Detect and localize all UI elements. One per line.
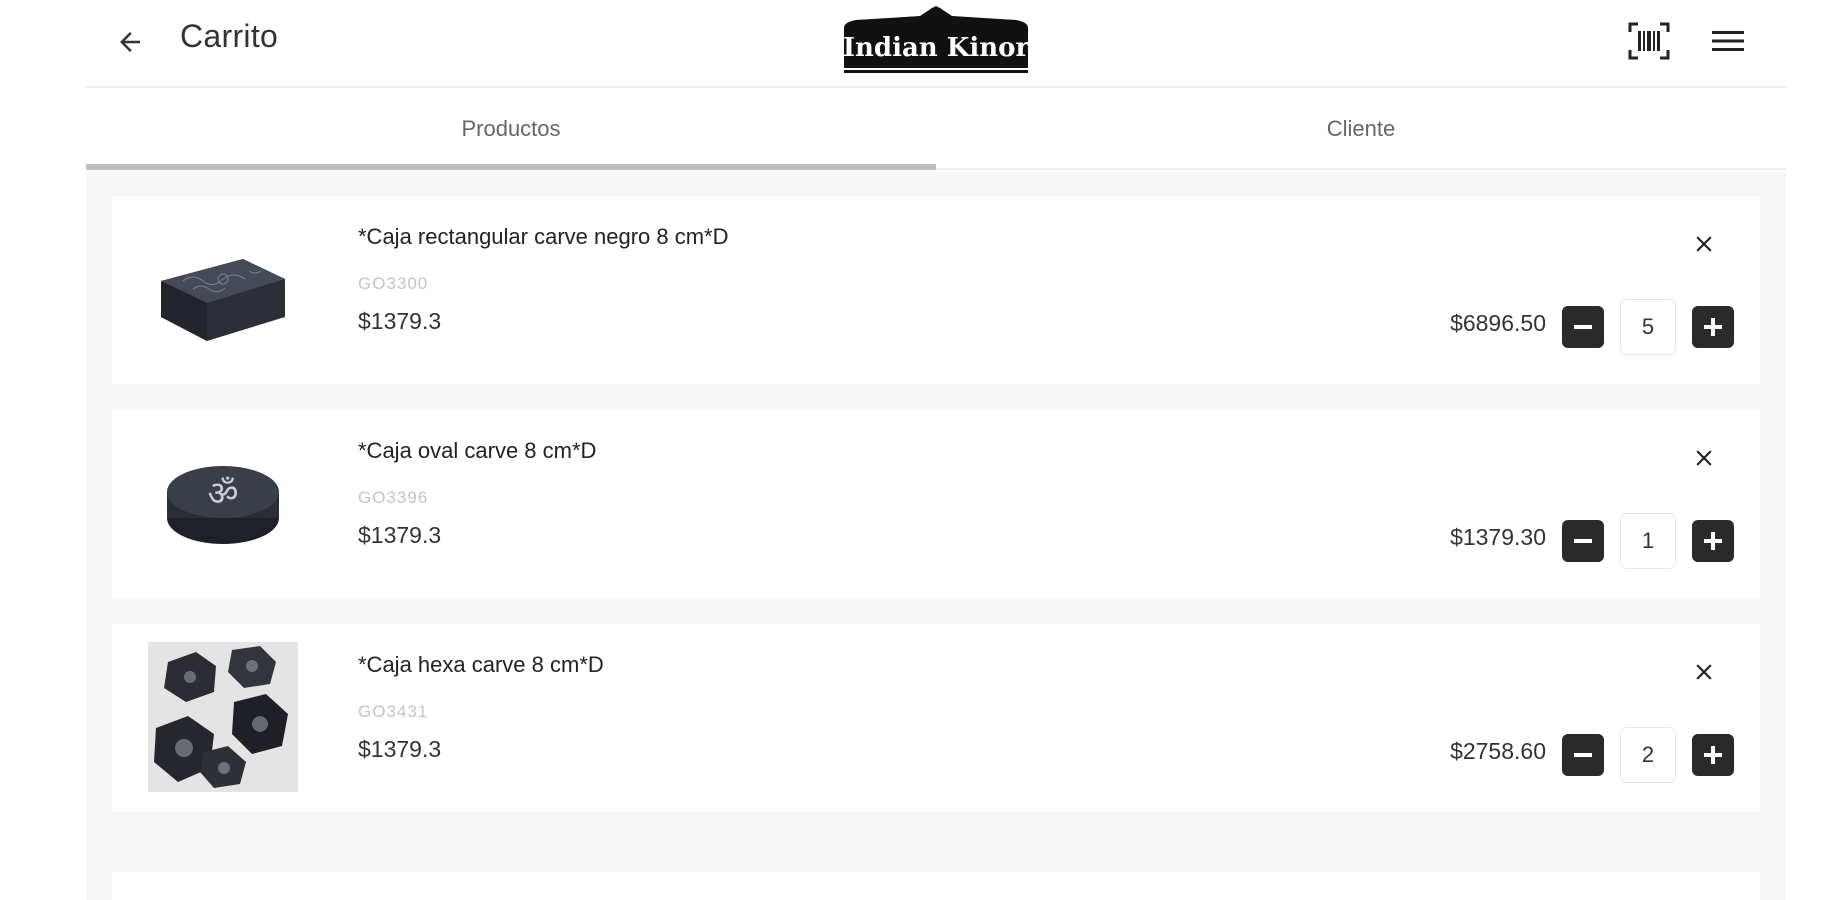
product-sku: GO3300	[358, 274, 429, 293]
product-name: *Caja hexa carve 8 cm*D	[358, 652, 604, 677]
close-icon	[1696, 450, 1712, 466]
barcode-scan-icon	[1628, 22, 1670, 60]
unit-price: $1379.3	[358, 522, 442, 548]
cart-item: ॐ *Caja oval carve 8 cm*D GO3396 $1379.3…	[112, 410, 1760, 598]
plus-icon	[1704, 318, 1722, 336]
product-image	[148, 642, 298, 792]
cart-item: *Caja hexa carve 8 cm*D GO3431 $1379.3 $…	[112, 624, 1760, 812]
cart-content: *Caja rectangular carve negro 8 cm*D GO3…	[86, 172, 1786, 900]
top-bar: Carrito Indian Kinor	[86, 0, 1786, 88]
decrease-quantity-button[interactable]	[1562, 734, 1604, 776]
app-frame: Carrito Indian Kinor Productos Cliente *…	[86, 0, 1786, 900]
cart-item: *Caja rectangular carve negro 8 cm*D GO3…	[112, 196, 1760, 384]
unit-price: $1379.3	[358, 308, 442, 334]
svg-text:Indian Kinor: Indian Kinor	[843, 33, 1030, 63]
minus-icon	[1574, 325, 1592, 329]
decrease-quantity-button[interactable]	[1562, 520, 1604, 562]
quantity-field[interactable]: 2	[1620, 727, 1676, 783]
plus-icon	[1704, 532, 1722, 550]
arrow-left-icon	[120, 32, 140, 52]
close-icon	[1696, 236, 1712, 252]
remove-item-button[interactable]	[1684, 652, 1724, 692]
product-image: ॐ	[148, 428, 298, 578]
line-total: $1379.30	[1450, 524, 1546, 550]
minus-icon	[1574, 753, 1592, 757]
back-button[interactable]	[110, 22, 150, 62]
increase-quantity-button[interactable]	[1692, 520, 1734, 562]
quantity-field[interactable]: 5	[1620, 299, 1676, 355]
unit-price: $1379.3	[358, 736, 442, 762]
page-title: Carrito	[180, 18, 279, 54]
decrease-quantity-button[interactable]	[1562, 306, 1604, 348]
product-name: *Caja rectangular carve negro 8 cm*D	[358, 224, 729, 249]
plus-icon	[1704, 746, 1722, 764]
tab-label: Productos	[461, 116, 561, 141]
summary-card-edge	[112, 872, 1760, 900]
menu-button[interactable]	[1706, 20, 1750, 62]
hamburger-menu-icon	[1712, 31, 1744, 51]
remove-item-button[interactable]	[1684, 438, 1724, 478]
product-sku: GO3396	[358, 488, 429, 507]
product-name: *Caja oval carve 8 cm*D	[358, 438, 597, 463]
close-icon	[1696, 664, 1712, 680]
barcode-scan-button[interactable]	[1626, 20, 1672, 62]
tab-bar: Productos Cliente	[86, 90, 1786, 170]
tab-productos[interactable]: Productos	[86, 90, 936, 170]
cart-list: *Caja rectangular carve negro 8 cm*D GO3…	[112, 196, 1760, 838]
tab-cliente[interactable]: Cliente	[936, 90, 1786, 168]
product-sku: GO3431	[358, 702, 429, 721]
svg-text:ॐ: ॐ	[207, 474, 238, 514]
line-total: $6896.50	[1450, 310, 1546, 336]
increase-quantity-button[interactable]	[1692, 306, 1734, 348]
increase-quantity-button[interactable]	[1692, 734, 1734, 776]
minus-icon	[1574, 539, 1592, 543]
line-total: $2758.60	[1450, 738, 1546, 764]
product-image	[148, 214, 298, 364]
tab-label: Cliente	[1326, 116, 1396, 141]
remove-item-button[interactable]	[1684, 224, 1724, 264]
brand-logo: Indian Kinor	[836, 6, 1036, 74]
quantity-field[interactable]: 1	[1620, 513, 1676, 569]
